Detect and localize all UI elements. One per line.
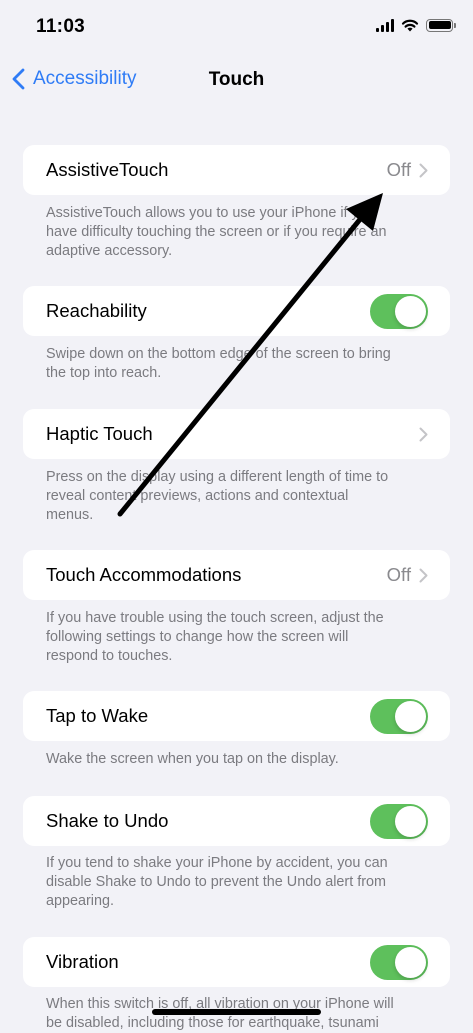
status-icons bbox=[376, 18, 456, 32]
footer-line: menus. bbox=[46, 507, 94, 523]
footer-line: appearing. bbox=[46, 893, 115, 909]
vibration-toggle[interactable] bbox=[370, 945, 428, 980]
status-time: 11:03 bbox=[36, 16, 86, 37]
row-label: Touch Accommodations bbox=[46, 564, 242, 585]
row-label: Haptic Touch bbox=[46, 423, 153, 444]
toggle-knob bbox=[395, 296, 426, 327]
footer-line: have difficulty touching the screen or i… bbox=[46, 224, 387, 240]
footer-line: Wake the screen when you tap on the disp… bbox=[46, 751, 339, 767]
battery-icon bbox=[426, 18, 456, 32]
footer-line: reveal content previews, actions and con… bbox=[46, 488, 349, 504]
assistivetouch-footer: AssistiveTouch allows you to use your iP… bbox=[46, 204, 431, 261]
footer-line: adaptive accessory. bbox=[46, 243, 173, 259]
footer-line: If you have trouble using the touch scre… bbox=[46, 610, 384, 626]
footer-line: Swipe down on the bottom edge of the scr… bbox=[46, 346, 391, 362]
footer-line: following settings to change how the scr… bbox=[46, 629, 349, 645]
status-bar: 11:03 bbox=[0, 0, 473, 56]
haptic-touch-footer: Press on the display using a different l… bbox=[46, 468, 431, 525]
tap-to-wake-toggle[interactable] bbox=[370, 699, 428, 734]
toggle-knob bbox=[395, 947, 426, 978]
home-indicator[interactable] bbox=[152, 1009, 321, 1015]
assistivetouch-row[interactable]: AssistiveTouch Off bbox=[23, 145, 450, 195]
shake-to-undo-toggle[interactable] bbox=[370, 804, 428, 839]
tap-to-wake-row: Tap to Wake bbox=[23, 691, 450, 741]
touch-accommodations-footer: If you have trouble using the touch scre… bbox=[46, 609, 431, 666]
row-label: AssistiveTouch bbox=[46, 159, 169, 180]
haptic-touch-row[interactable]: Haptic Touch bbox=[23, 409, 450, 459]
navigation-bar: Accessibility Touch bbox=[0, 56, 473, 106]
footer-line: the top into reach. bbox=[46, 365, 162, 381]
row-value: Off bbox=[386, 159, 411, 180]
row-value: Off bbox=[386, 564, 411, 585]
toggle-knob bbox=[395, 701, 426, 732]
shake-to-undo-footer: If you tend to shake your iPhone by acci… bbox=[46, 854, 431, 911]
footer-line: Press on the display using a different l… bbox=[46, 469, 389, 485]
wifi-icon bbox=[401, 19, 419, 32]
tap-to-wake-footer: Wake the screen when you tap on the disp… bbox=[46, 750, 431, 769]
chevron-right-icon bbox=[419, 163, 428, 178]
chevron-right-icon bbox=[419, 427, 428, 442]
reachability-toggle[interactable] bbox=[370, 294, 428, 329]
footer-line: disable Shake to Undo to prevent the Und… bbox=[46, 874, 386, 890]
footer-line: If you tend to shake your iPhone by acci… bbox=[46, 855, 388, 871]
cellular-signal-icon bbox=[376, 18, 394, 32]
reachability-row: Reachability bbox=[23, 286, 450, 336]
toggle-knob bbox=[395, 806, 426, 837]
shake-to-undo-row: Shake to Undo bbox=[23, 796, 450, 846]
vibration-row: Vibration bbox=[23, 937, 450, 987]
page-title: Touch bbox=[208, 69, 265, 90]
touch-accommodations-row[interactable]: Touch Accommodations Off bbox=[23, 550, 450, 600]
reachability-footer: Swipe down on the bottom edge of the scr… bbox=[46, 345, 431, 383]
footer-line: respond to touches. bbox=[46, 648, 173, 664]
chevron-right-icon bbox=[419, 568, 428, 583]
footer-line: AssistiveTouch allows you to use your iP… bbox=[46, 205, 375, 221]
